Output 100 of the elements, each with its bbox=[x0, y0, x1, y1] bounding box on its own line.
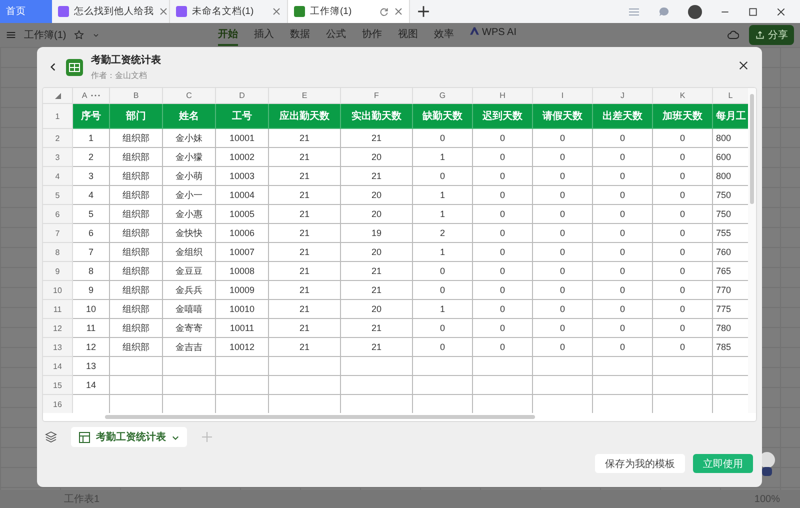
table-cell: 金小一 bbox=[163, 186, 216, 205]
menu-tab[interactable]: 效率 bbox=[434, 24, 454, 46]
layers-icon[interactable] bbox=[45, 431, 57, 443]
row-header[interactable]: 11 bbox=[43, 300, 73, 319]
table-cell: 0 bbox=[653, 205, 713, 224]
back-icon[interactable] bbox=[48, 62, 58, 72]
list-icon[interactable] bbox=[628, 6, 640, 18]
star-icon[interactable] bbox=[74, 30, 84, 40]
column-header[interactable]: B bbox=[110, 88, 163, 104]
table-cell: 1 bbox=[413, 148, 473, 167]
row-header[interactable]: 9 bbox=[43, 262, 73, 281]
column-header[interactable]: L bbox=[713, 88, 748, 104]
menu-tab[interactable]: 公式 bbox=[326, 24, 346, 46]
column-header[interactable]: I bbox=[533, 88, 593, 104]
table-cell: 0 bbox=[473, 129, 533, 148]
menu-tab[interactable]: 数据 bbox=[290, 24, 310, 46]
table-cell: 0 bbox=[593, 338, 653, 357]
menu-icon[interactable] bbox=[6, 30, 16, 40]
table-cell: 21 bbox=[341, 319, 413, 338]
table-cell: 21 bbox=[269, 224, 341, 243]
caret-icon[interactable] bbox=[172, 434, 179, 440]
table-cell: 1 bbox=[413, 186, 473, 205]
refresh-icon[interactable] bbox=[379, 6, 389, 16]
empty-cell bbox=[163, 376, 216, 395]
close-icon[interactable] bbox=[738, 60, 749, 71]
empty-cell bbox=[413, 376, 473, 395]
table-cell: 19 bbox=[341, 224, 413, 243]
chat-icon[interactable] bbox=[658, 6, 670, 18]
table-cell: 金快快 bbox=[163, 224, 216, 243]
column-header[interactable]: G bbox=[413, 88, 473, 104]
document-icon bbox=[58, 6, 69, 17]
table-cell: 10004 bbox=[216, 186, 269, 205]
table-cell: 0 bbox=[533, 167, 593, 186]
empty-cell bbox=[593, 376, 653, 395]
menu-tab[interactable]: WPS AI bbox=[470, 24, 516, 46]
table-cell: 金嘻嘻 bbox=[163, 300, 216, 319]
document-title[interactable]: 工作簿(1) bbox=[24, 28, 66, 42]
table-cell: 0 bbox=[593, 186, 653, 205]
column-header[interactable]: F bbox=[341, 88, 413, 104]
table-cell: 组织部 bbox=[110, 224, 163, 243]
table-cell: 20 bbox=[341, 205, 413, 224]
row-header[interactable]: 15 bbox=[43, 376, 73, 395]
menu-tab[interactable]: 视图 bbox=[398, 24, 418, 46]
empty-cell bbox=[473, 357, 533, 376]
header-cell: 实出勤天数 bbox=[341, 104, 413, 129]
share-icon[interactable] bbox=[755, 30, 765, 40]
table-cell: 0 bbox=[533, 148, 593, 167]
table-cell: 0 bbox=[653, 224, 713, 243]
table-cell: 21 bbox=[341, 338, 413, 357]
save-template-button[interactable]: 保存为我的模板 bbox=[595, 454, 685, 473]
close-window-icon[interactable] bbox=[776, 6, 786, 16]
table-cell: 10006 bbox=[216, 224, 269, 243]
row-header[interactable]: 5 bbox=[43, 186, 73, 205]
table-cell: 金小獴 bbox=[163, 148, 216, 167]
column-header[interactable]: C bbox=[163, 88, 216, 104]
table-cell: 0 bbox=[593, 243, 653, 262]
vertical-scrollbar[interactable] bbox=[748, 88, 756, 413]
caret-icon[interactable] bbox=[92, 31, 100, 39]
column-header[interactable]: K bbox=[653, 88, 713, 104]
browser-tab[interactable]: 工作簿(1) bbox=[288, 0, 410, 23]
row-header[interactable]: 16 bbox=[43, 395, 73, 413]
table-cell: 组织部 bbox=[110, 205, 163, 224]
row-header[interactable]: 7 bbox=[43, 224, 73, 243]
row-header[interactable]: 8 bbox=[43, 243, 73, 262]
share-button[interactable]: 分享 bbox=[749, 25, 794, 45]
maximize-icon[interactable] bbox=[748, 6, 758, 16]
more-icon[interactable] bbox=[91, 94, 100, 97]
sheet-tab[interactable]: 考勤工资统计表 bbox=[71, 427, 187, 447]
cloud-icon[interactable] bbox=[727, 29, 739, 41]
table-cell: 1 bbox=[413, 300, 473, 319]
table-cell: 2 bbox=[73, 148, 110, 167]
column-header[interactable]: E bbox=[269, 88, 341, 104]
column-header[interactable]: D bbox=[216, 88, 269, 104]
table-cell: 0 bbox=[653, 243, 713, 262]
table-cell: 0 bbox=[533, 186, 593, 205]
empty-cell bbox=[413, 357, 473, 376]
row-header[interactable]: 3 bbox=[43, 148, 73, 167]
table-cell: 0 bbox=[473, 281, 533, 300]
table-cell: 20 bbox=[341, 300, 413, 319]
table-cell: 9 bbox=[73, 281, 110, 300]
row-header[interactable]: 1 bbox=[43, 104, 73, 129]
column-header[interactable]: A bbox=[73, 88, 110, 104]
document-icon bbox=[176, 6, 187, 17]
add-tab-icon[interactable] bbox=[416, 5, 430, 18]
row-header[interactable]: 10 bbox=[43, 281, 73, 300]
menu-tab[interactable]: 插入 bbox=[254, 24, 274, 46]
browser-tab[interactable]: 首页 bbox=[0, 0, 52, 23]
column-header[interactable]: J bbox=[593, 88, 653, 104]
table-cell: 0 bbox=[653, 300, 713, 319]
menu-tab[interactable]: 协作 bbox=[362, 24, 382, 46]
row-header[interactable]: 14 bbox=[43, 357, 73, 376]
row-header[interactable]: 4 bbox=[43, 167, 73, 186]
avatar[interactable] bbox=[688, 4, 702, 18]
select-all-icon[interactable] bbox=[54, 92, 60, 98]
column-header[interactable]: H bbox=[473, 88, 533, 104]
row-header[interactable]: 13 bbox=[43, 338, 73, 357]
row-header[interactable]: 6 bbox=[43, 205, 73, 224]
row-header[interactable]: 2 bbox=[43, 129, 73, 148]
row-header[interactable]: 12 bbox=[43, 319, 73, 338]
table-cell: 12 bbox=[73, 338, 110, 357]
